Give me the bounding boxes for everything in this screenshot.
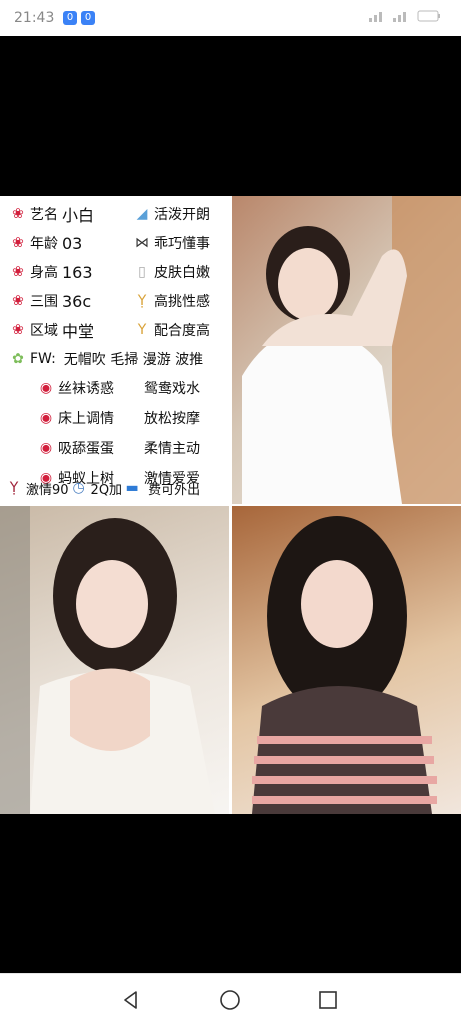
fairy-icon: ✿ [12,351,24,367]
tulip-icon: ❀ [12,322,24,338]
profile-card: ❀ 艺名 小白 ◢ 活泼开朗 ❀ 年龄 03 ⋈ 乖巧懂事 ❀ 身高 163 ▯ 皮肤白嫩 ❀ 三围… [0,196,229,504]
profile-row: ❀ 三围 36c Ỵ 高挑性感 [10,287,229,315]
home-icon [220,990,240,1010]
signal-icon [369,12,383,22]
status-icons [369,10,441,25]
signal-icon [393,12,407,22]
profile-row: ◉ 丝袜诱惑 鸳鸯戏水 [39,380,200,397]
tulip-icon: ❀ [12,206,24,222]
wine-icon: Ỵ [9,480,19,496]
photo-white-shirt [232,196,461,504]
lips-icon: ◉ [39,440,53,456]
profile-row: ❀ 艺名 小白 ◢ 活泼开朗 [10,200,229,228]
milk-icon: ▯ [138,264,146,280]
profile-row: ◉ 床上调情 放松按摩 [39,410,200,427]
notification-badge: 0 [63,11,77,25]
profile-footer: Ỵ 激情90 ◷ 2Q加 ▬ 费可外出 [6,474,229,502]
notification-badge: 0 [81,11,95,25]
profile-row: ❀ 身高 163 ▯ 皮肤白嫩 [10,258,229,286]
profile-row-fw: ✿ FW: 无帽吹 毛掃 漫游 波推 [10,345,229,373]
lips-icon: ◉ [39,410,53,426]
photo-collage: ❀ 艺名 小白 ◢ 活泼开朗 ❀ 年龄 03 ⋈ 乖巧懂事 ❀ 身高 163 ▯ 皮肤白嫩 ❀ 三围… [0,196,461,814]
recents-button[interactable] [314,986,342,1014]
bow-icon: ⋈ [135,235,149,251]
tulip-icon: ❀ [12,264,24,280]
back-icon [124,991,137,1009]
cocktail-icon: Y [137,322,147,338]
champagne-icon: Ỵ [137,293,147,309]
image-bottom-border [0,814,461,973]
home-button[interactable] [216,986,244,1014]
photo-white-top [0,506,229,814]
sock-icon: ◢ [136,206,148,222]
profile-row: ◉ 吸舔蛋蛋 柔情主动 [39,440,200,457]
profile-row: ❀ 年龄 03 ⋈ 乖巧懂事 [10,229,229,257]
tulip-icon: ❀ [12,293,24,309]
profile-row: ❀ 区域 中堂 Y 配合度高 [10,316,229,344]
tulip-icon: ❀ [12,235,24,251]
lips-icon: ◉ [39,380,53,396]
recents-icon [319,991,337,1009]
navigation-bar [0,973,461,1025]
status-bar: 21:43 0 0 [0,0,461,36]
car-icon: ▬ [125,480,139,496]
photo-striped-top [232,506,461,814]
back-button[interactable] [117,986,145,1014]
status-time: 21:43 [14,10,55,26]
image-top-border [0,36,461,196]
clock-icon: ◷ [72,480,85,496]
battery-icon [417,10,440,22]
